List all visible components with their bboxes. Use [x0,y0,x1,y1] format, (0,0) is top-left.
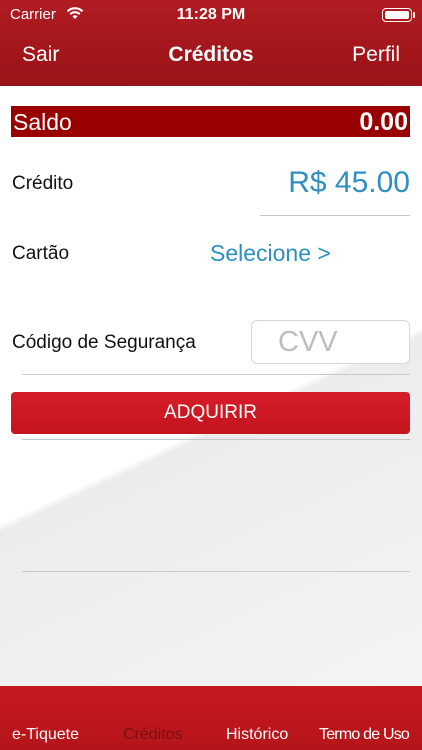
divider [260,215,410,216]
profile-button[interactable]: Perfil [352,43,400,67]
divider [22,571,410,572]
battery-icon [382,8,415,22]
tab-creditos[interactable]: Créditos [123,726,183,744]
nav-bar: Sair Créditos Perfil [0,38,422,78]
credit-label: Crédito [12,173,74,194]
cvv-input[interactable] [251,320,410,364]
header: Carrier 11:28 PM Sair Créditos Perfil [0,0,422,86]
credit-value[interactable]: R$ 45.00 [288,166,410,200]
card-select[interactable]: Selecione > [210,240,331,267]
tab-bar: e-Tiquete Créditos Histórico Termo de Us… [0,686,422,750]
balance-bar: Saldo 0.00 [11,106,410,137]
tab-historico[interactable]: Histórico [226,726,288,744]
credits-form: Saldo 0.00 Crédito R$ 45.00 Cartão Selec… [0,86,422,686]
status-bar: Carrier 11:28 PM [0,4,422,26]
balance-value: 0.00 [359,108,408,136]
card-label: Cartão [12,243,70,264]
buy-button[interactable]: ADQUIRIR [11,392,410,434]
tab-termo-de-uso[interactable]: Termo de Uso [319,726,410,744]
security-code-label: Código de Segurança [12,332,196,353]
balance-label: Saldo [13,109,72,135]
divider [22,374,410,375]
tab-e-tiquete[interactable]: e-Tiquete [12,726,79,744]
status-time: 11:28 PM [176,6,246,23]
divider [22,439,410,440]
